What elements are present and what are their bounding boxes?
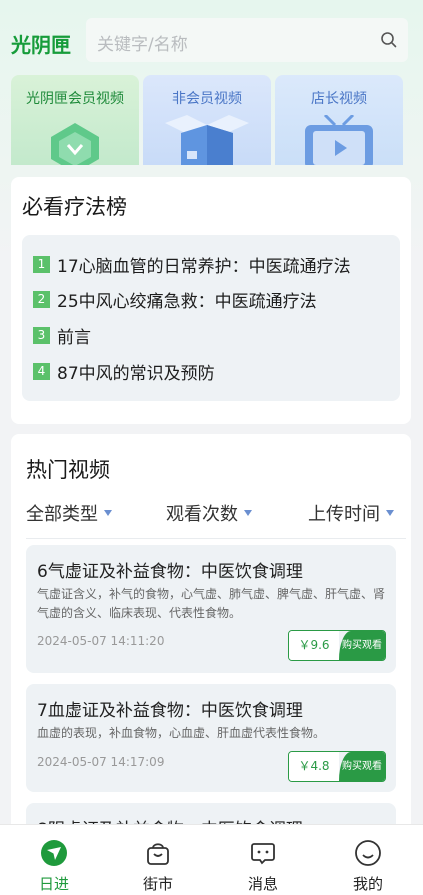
category-member-videos[interactable]: 光阴匣会员视频	[11, 75, 139, 165]
rank-badge: 3	[33, 326, 50, 344]
search-input[interactable]: 关键字/名称	[86, 18, 408, 62]
message-icon	[251, 843, 275, 865]
filter-upload-time-dropdown[interactable]: 上传时间	[308, 500, 394, 526]
member-badge-icon	[51, 123, 99, 165]
search-placeholder: 关键字/名称	[97, 35, 188, 55]
caret-down-icon	[386, 510, 394, 516]
buy-label: 购买观看	[339, 631, 385, 660]
tab-label: 日进	[38, 875, 69, 893]
category-nonmember-videos[interactable]: 非会员视频	[143, 75, 271, 165]
category-shopkeeper-videos[interactable]: 店长视频	[275, 75, 403, 165]
rank-badge: 1	[33, 255, 50, 273]
filter-views-dropdown[interactable]: 观看次数	[166, 500, 252, 526]
tab-wode[interactable]: 我的	[328, 825, 408, 895]
search-icon[interactable]	[380, 31, 398, 49]
video-description: 气虚证含义，补气的食物，心气虚、肺气虚、脾气虚、肝气虚、肾气虚的含义、临床表现、…	[37, 587, 386, 620]
buy-label: 购买观看	[339, 752, 385, 781]
tab-label: 消息	[247, 875, 278, 893]
buy-watch-button[interactable]: ￥4.8 购买观看	[288, 751, 386, 782]
ranking-item[interactable]: 2 25中风心绞痛急救：中医疏通疗法	[33, 286, 317, 312]
box-icon	[165, 115, 249, 165]
bottom-tab-bar: 日进 街市 消息 我的	[0, 824, 423, 895]
tab-label: 我的	[352, 875, 383, 893]
rank-badge: 4	[33, 362, 50, 380]
app-logo[interactable]: 光阴匣	[11, 29, 71, 58]
section-title: 必看疗法榜	[22, 195, 127, 219]
hot-videos-panel: 热门视频 全部类型 观看次数 上传时间 6气虚证及补益食物：中医饮食调理 气虚证…	[11, 434, 411, 834]
smiley-icon	[355, 840, 381, 866]
divider	[26, 538, 406, 539]
rank-title: 87中风的常识及预防	[57, 363, 215, 384]
video-title: 7血虚证及补益食物：中医饮食调理	[37, 701, 303, 721]
caret-down-icon	[104, 510, 112, 516]
price-label: ￥4.8	[289, 752, 339, 781]
tab-label: 街市	[142, 875, 173, 893]
tv-icon	[305, 115, 373, 165]
section-title: 热门视频	[26, 458, 110, 482]
filter-label: 上传时间	[308, 504, 380, 525]
buy-watch-button[interactable]: ￥9.6 购买观看	[288, 630, 386, 661]
caret-down-icon	[244, 510, 252, 516]
price-label: ￥9.6	[289, 631, 339, 660]
rank-title: 前言	[57, 327, 91, 348]
video-date: 2024-05-07 14:11:20	[37, 634, 165, 648]
filter-label: 观看次数	[166, 504, 238, 525]
category-label: 光阴匣会员视频	[26, 91, 124, 107]
ranking-item[interactable]: 3 前言	[33, 322, 91, 348]
tab-rijin[interactable]: 日进	[14, 825, 94, 895]
ranking-item[interactable]: 1 17心脑血管的日常养护：中医疏通疗法	[33, 251, 351, 277]
tab-xiaoxi[interactable]: 消息	[223, 825, 303, 895]
category-label: 非会员视频	[172, 91, 242, 107]
filter-type-dropdown[interactable]: 全部类型	[26, 500, 112, 526]
video-date: 2024-05-07 14:17:09	[37, 755, 165, 769]
shopping-bag-icon	[147, 843, 169, 865]
rank-title: 25中风心绞痛急救：中医疏通疗法	[57, 291, 317, 312]
video-card[interactable]: 6气虚证及补益食物：中医饮食调理 气虚证含义，补气的食物，心气虚、肺气虚、脾气虚…	[26, 545, 396, 673]
category-cards: 光阴匣会员视频 非会员视频 店长视频	[11, 75, 403, 165]
category-label: 店长视频	[311, 91, 367, 107]
ranking-item[interactable]: 4 87中风的常识及预防	[33, 358, 215, 384]
video-title: 6气虚证及补益食物：中医饮食调理	[37, 562, 303, 582]
rank-title: 17心脑血管的日常养护：中医疏通疗法	[57, 256, 351, 277]
must-watch-panel: 必看疗法榜 1 17心脑血管的日常养护：中医疏通疗法 2 25中风心绞痛急救：中…	[11, 177, 411, 424]
filter-label: 全部类型	[26, 504, 98, 525]
video-card[interactable]: 7血虚证及补益食物：中医饮食调理 血虚的表现，补血食物，心血虚、肝血虚代表性食物…	[26, 684, 396, 792]
tab-jieshi[interactable]: 街市	[118, 825, 198, 895]
rank-badge: 2	[33, 290, 50, 308]
compass-icon	[41, 840, 67, 866]
ranking-list: 1 17心脑血管的日常养护：中医疏通疗法 2 25中风心绞痛急救：中医疏通疗法 …	[22, 235, 400, 401]
header: 光阴匣 关键字/名称	[0, 0, 423, 70]
video-description: 血虚的表现，补血食物，心血虚、肝血虚代表性食物。	[37, 726, 326, 740]
